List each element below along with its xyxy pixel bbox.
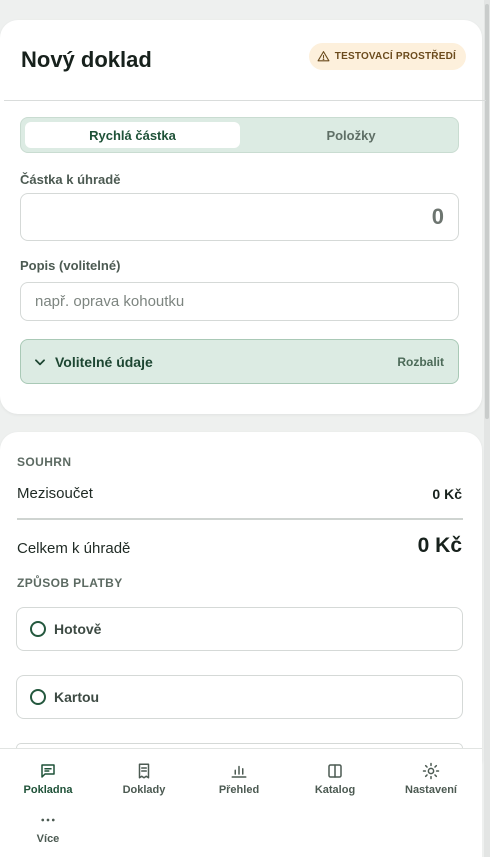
nav-item-pokladna[interactable]: Pokladna: [8, 762, 88, 796]
tab-items[interactable]: Položky: [246, 122, 456, 148]
nav-label: Pokladna: [23, 784, 73, 796]
header-divider: [4, 100, 486, 101]
payment-option-card[interactable]: Kartou: [16, 675, 463, 719]
message-square-icon: [41, 764, 55, 778]
amount-input[interactable]: [20, 193, 459, 241]
nav-item-prehled[interactable]: Přehled: [199, 762, 279, 796]
nav-item-doklady[interactable]: Doklady: [104, 762, 184, 796]
payment-option-cash[interactable]: Hotově: [16, 607, 463, 651]
nav-label: Nastavení: [405, 784, 457, 796]
radio-card[interactable]: [30, 689, 46, 705]
nav-label: Katalog: [314, 784, 356, 796]
bottom-navigation: Pokladna Doklady Přehled Katalog Nastave…: [0, 748, 482, 857]
payment-option-label: Kartou: [54, 689, 100, 705]
nav-label: Přehled: [218, 784, 260, 796]
payment-option-label: Hotově: [54, 621, 102, 637]
book-open-icon: [328, 764, 342, 778]
optional-details-header: Volitelné údaje: [33, 354, 153, 370]
sun-gear-icon: [422, 762, 440, 780]
nav-label: Doklady: [122, 784, 166, 796]
mode-switch: Rychlá částka Položky: [20, 117, 459, 153]
more-dots-icon: [41, 818, 55, 822]
subtotal-label: Mezisoučet: [17, 485, 93, 502]
environment-badge-label: TESTOVACÍ PROSTŘEDÍ: [334, 51, 456, 62]
nav-item-vice[interactable]: Více: [8, 811, 88, 845]
description-input[interactable]: [20, 282, 459, 321]
total-value: 0 Kč: [417, 534, 462, 557]
warning-icon: [317, 51, 330, 62]
description-label: Popis (volitelné): [20, 258, 121, 273]
page-title: Nový doklad: [21, 47, 152, 72]
tab-quick-amount[interactable]: Rychlá částka: [25, 122, 240, 148]
subtotal-value: 0 Kč: [432, 486, 462, 502]
scrollbar[interactable]: [484, 0, 490, 857]
optional-details-toggle[interactable]: Volitelné údaje Rozbalit: [20, 339, 459, 384]
receipt-icon: [138, 763, 150, 779]
chevron-down-icon: [35, 358, 45, 365]
nav-item-katalog[interactable]: Katalog: [295, 762, 375, 796]
payment-section-label: ZPŮSOB PLATBY: [17, 576, 123, 590]
amount-label: Částka k úhradě: [20, 172, 121, 187]
scrollbar-thumb[interactable]: [485, 4, 489, 419]
summary-divider: [17, 518, 463, 520]
nav-item-nastaveni[interactable]: Nastavení: [391, 762, 471, 796]
nav-label: Více: [36, 833, 60, 845]
summary-section-label: SOUHRN: [17, 455, 72, 469]
environment-badge: TESTOVACÍ PROSTŘEDÍ: [308, 43, 466, 70]
total-label: Celkem k úhradě: [17, 540, 131, 557]
expand-button[interactable]: Rozbalit: [397, 355, 444, 369]
radio-cash[interactable]: [30, 621, 46, 637]
optional-details-title: Volitelné údaje: [55, 353, 153, 370]
bar-chart-icon: [231, 765, 247, 778]
